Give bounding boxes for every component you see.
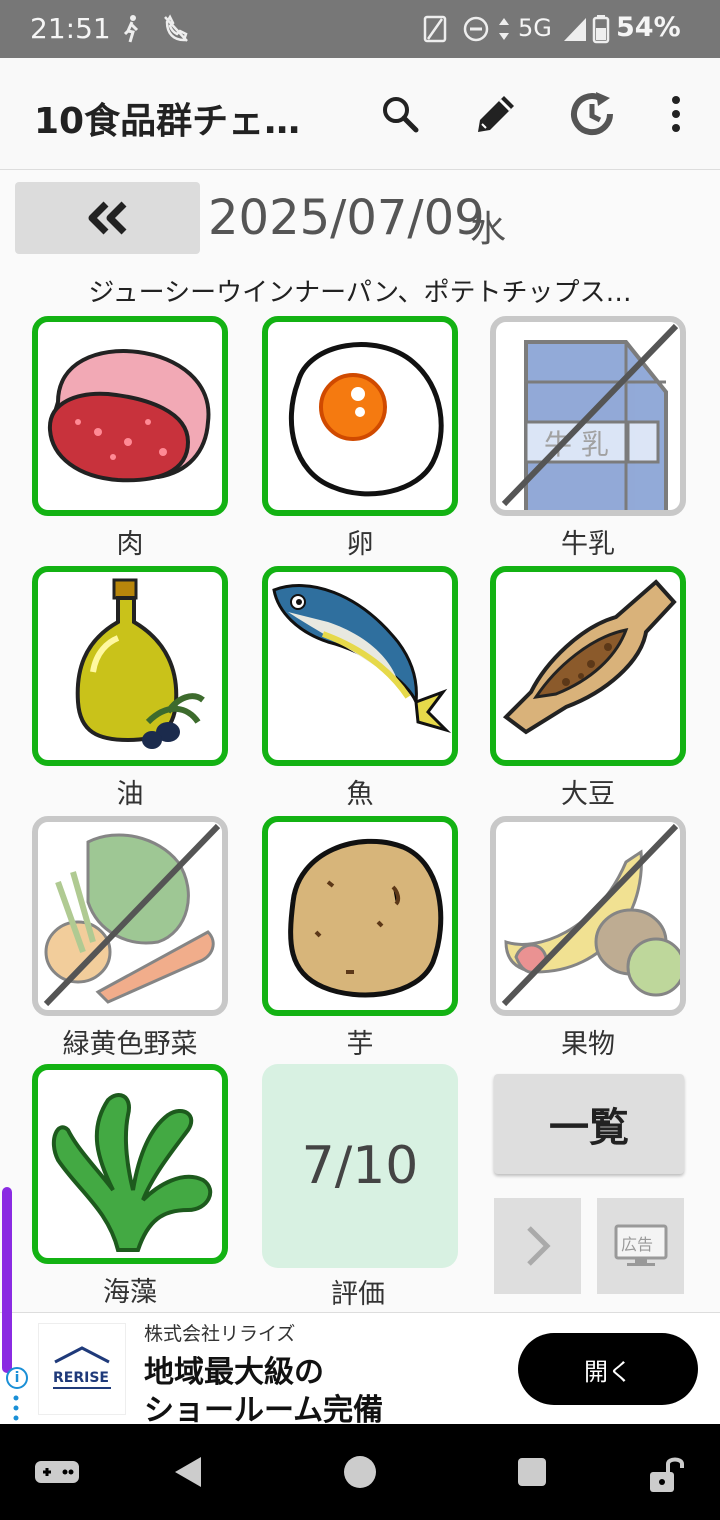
data-arrows-icon [496,14,512,48]
search-icon [383,97,419,133]
natto-icon [502,579,677,735]
food-label: 油 [116,779,144,810]
food-label: 大豆 [561,779,615,810]
potato-icon [288,838,444,998]
home-circle-icon [344,1456,376,1488]
recents-button[interactable] [512,1452,552,1492]
ad-advertiser: 株式会社リライズ [144,1323,296,1345]
ad-info-icon[interactable]: i [6,1367,28,1389]
food-label: 芋 [346,1029,374,1060]
score-display: 7/10 [262,1064,458,1268]
back-button[interactable] [168,1452,208,1492]
score-label: 評価 [331,1279,385,1310]
next-button[interactable] [494,1198,581,1294]
nfc-icon [422,14,448,48]
advertiser-logo: RERISE [38,1323,126,1415]
oil-bottle-icon [75,578,205,749]
food-label: 魚 [346,779,374,810]
chevron-right-icon [526,1226,551,1266]
food-label: 卵 [346,529,374,560]
network-type: 5G [518,14,552,42]
seaweed-icon [51,1093,213,1252]
ad-more-icon[interactable] [13,1395,19,1421]
restore-button[interactable] [562,84,622,144]
scrollbar[interactable] [2,1187,12,1373]
battery-percent: 54% [616,12,681,43]
edit-button[interactable] [466,84,526,144]
weekday: 水 [470,209,507,250]
food-label: 緑黄色野菜 [62,1029,198,1060]
ad-banner[interactable]: i RERISE 株式会社リライズ 地域最大級の ショールーム完備 開く [0,1187,720,1428]
previous-day-button[interactable] [15,182,200,254]
double-chevron-left-icon [88,201,126,235]
tile-frame [32,816,228,1016]
ad-open-button[interactable]: 開く [518,1333,698,1405]
app-title: 10食品群チェ… [34,101,301,142]
ad-headline-2: ショールーム完備 [144,1393,384,1428]
more-vert-icon [672,96,680,132]
food-label: 牛乳 [561,529,615,560]
milk-carton-icon: 牛 乳 [501,323,679,510]
fruit-icon [501,823,680,1007]
ad-display-button[interactable]: 広告 [597,1198,684,1294]
overflow-menu-button[interactable] [646,84,706,144]
tile-frame [262,816,458,1016]
home-button[interactable] [340,1452,380,1492]
vegetables-icon [43,823,221,1007]
back-triangle-icon [175,1457,201,1487]
tile-frame [32,1064,228,1264]
list-button[interactable]: 一覧 [494,1074,684,1174]
app-bar: 10食品群チェ… [0,58,720,170]
tile-frame [490,816,686,1016]
tile-frame: 牛 乳 [490,316,686,516]
unlock-icon [650,1457,684,1492]
meal-summary[interactable]: ジューシーウインナーパン、ポテトチップス… [20,272,700,309]
signal-icon [562,14,588,48]
gamepad-icon [35,1461,79,1483]
battery-icon [592,14,610,48]
meat-icon [47,349,211,483]
tile-frame [32,316,228,516]
tile-frame [262,316,458,516]
rotation-lock-button[interactable] [644,1452,688,1496]
tile-frame [262,566,458,766]
gamepad-button[interactable] [32,1452,82,1492]
recents-square-icon [518,1458,546,1486]
status-time: 21:51 [30,12,111,45]
fish-icon [272,584,452,734]
status-bar: 21:51 5G 54% [0,0,720,58]
tile-frame [490,566,686,766]
svg-text:広告: 広告 [621,1235,653,1254]
current-date[interactable]: 2025/07/09 [208,190,485,246]
svg-text:RERISE: RERISE [53,1370,109,1386]
food-label: 海藻 [103,1277,157,1308]
monitor-ad-icon: 広告 [614,1224,667,1266]
pencil-icon [478,96,514,132]
walking-icon [120,14,144,48]
call-off-icon [162,14,190,48]
food-label: 果物 [561,1029,615,1060]
tile-frame [32,566,228,766]
do-not-disturb-icon [462,14,490,48]
system-nav-bar [0,1424,720,1520]
fried-egg-icon [289,342,444,497]
food-label: 肉 [116,529,144,560]
search-button[interactable] [370,84,430,144]
history-clock-icon [571,92,614,136]
